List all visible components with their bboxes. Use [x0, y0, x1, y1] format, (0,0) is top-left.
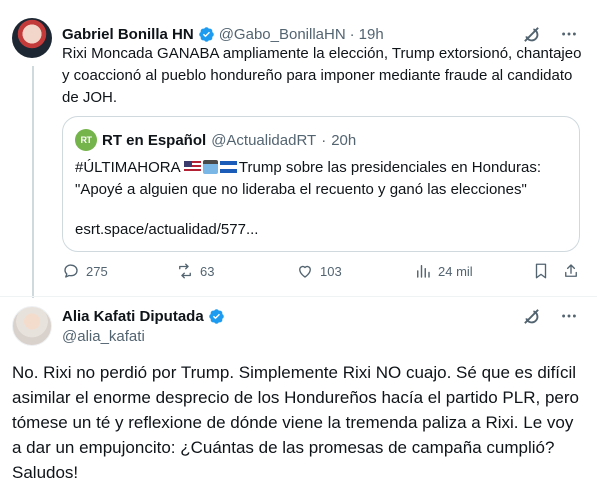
- separator-dot: ·: [321, 131, 327, 149]
- like-count: 103: [320, 263, 342, 279]
- grok-icon[interactable]: [521, 306, 541, 326]
- tweet-header-actions: [521, 24, 579, 44]
- quote-link[interactable]: esrt.space/actualidad/577...: [75, 221, 258, 238]
- quote-header: RT RT en Español @ActualidadRT · 20h: [75, 129, 356, 151]
- views-icon: [417, 265, 430, 278]
- tweet-header: Gabriel Bonilla HN @Gabo_BonillaHN · 19h: [62, 24, 384, 44]
- reply-button[interactable]: 275: [62, 262, 108, 280]
- quote-author-handle: @ActualidadRT: [211, 131, 317, 149]
- bookmark-icon: [535, 263, 547, 279]
- more-icon[interactable]: [559, 306, 579, 326]
- views-button[interactable]: 24 mil: [414, 262, 473, 280]
- hashtag-link[interactable]: #ÚLTIMAHORA: [75, 159, 180, 176]
- tweet-divider: [0, 296, 597, 297]
- separator-dot: ·: [349, 25, 355, 43]
- avatar[interactable]: [12, 306, 52, 346]
- repost-count: 63: [200, 263, 215, 279]
- quote-text: #ÚLTIMAHORA Trump sobre las presidencial…: [75, 157, 570, 201]
- bookmark-button[interactable]: [532, 262, 550, 280]
- thread-line: [32, 66, 34, 298]
- like-icon: [299, 265, 311, 278]
- reply-icon: [64, 264, 78, 278]
- author-name[interactable]: Alia Kafati Diputada: [62, 308, 204, 325]
- honduras-flag-icon: [219, 161, 237, 173]
- reply-count: 275: [86, 263, 108, 279]
- quote-time: 20h: [331, 131, 357, 149]
- repost-icon: [179, 263, 191, 279]
- quote-author-name: RT en Español: [102, 131, 207, 149]
- tweet-actions: 275 63 103 24 mil: [62, 262, 582, 284]
- views-count: 24 mil: [438, 263, 473, 279]
- tweet-header-actions: [521, 306, 579, 326]
- like-button[interactable]: 103: [296, 262, 342, 280]
- tweet-time[interactable]: 19h: [359, 26, 384, 43]
- author-handle[interactable]: @Gabo_BonillaHN: [219, 26, 346, 43]
- author-name[interactable]: Gabriel Bonilla HN: [62, 26, 194, 43]
- repost-button[interactable]: 63: [176, 262, 214, 280]
- avatar[interactable]: [12, 18, 52, 58]
- tweet-header: Alia Kafati Diputada: [62, 306, 225, 326]
- rt-logo: RT: [75, 129, 97, 151]
- quoted-tweet[interactable]: RT RT en Español @ActualidadRT · 20h #ÚL…: [62, 116, 580, 252]
- verified-badge-icon: [198, 26, 214, 42]
- ballot-box-icon: [202, 160, 218, 174]
- us-flag-icon: [183, 161, 201, 173]
- verified-badge-icon: [208, 308, 224, 324]
- tweet-gabriel-bonilla[interactable]: Gabriel Bonilla HN @Gabo_BonillaHN · 19h…: [0, 0, 597, 298]
- more-icon[interactable]: [559, 24, 579, 44]
- share-icon: [565, 264, 577, 277]
- tweet-text: Rixi Moncada GANABA ampliamente la elecc…: [62, 45, 582, 106]
- quote-text-line1: Trump sobre las presidenciales en Hondur…: [238, 159, 542, 176]
- grok-icon[interactable]: [521, 24, 541, 44]
- author-handle[interactable]: @alia_kafati: [62, 328, 145, 345]
- quote-text-line2: "Apoyé a alguien que no lideraba el recu…: [75, 181, 527, 198]
- tweet-text: No. Rixi no perdió por Trump. Simplement…: [12, 363, 579, 482]
- share-button[interactable]: [562, 262, 580, 280]
